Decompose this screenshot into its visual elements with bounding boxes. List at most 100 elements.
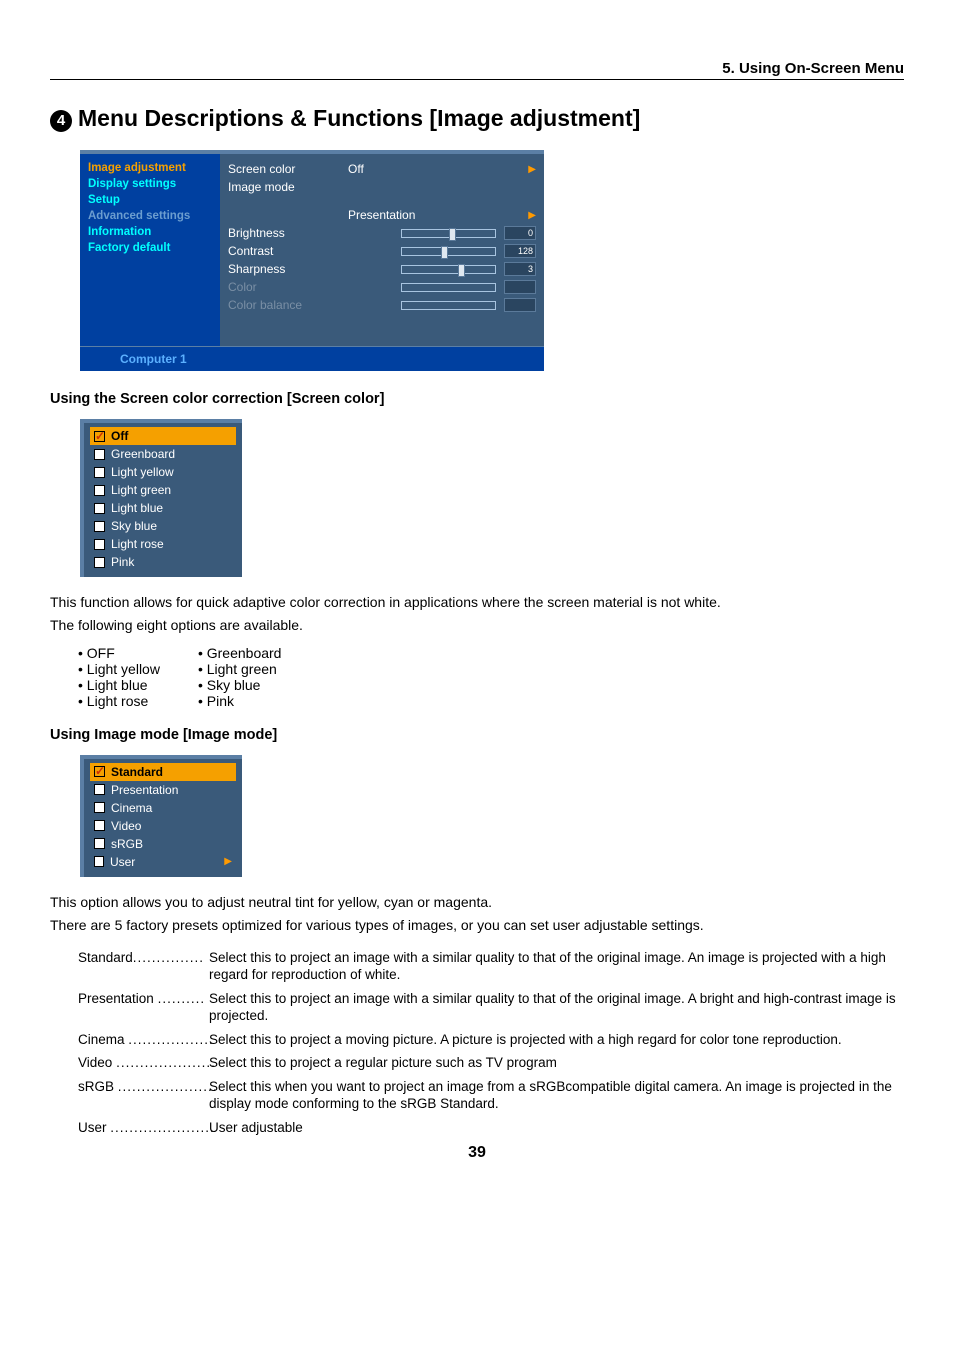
popup-label: Standard (111, 765, 163, 779)
osd-label: Image mode (228, 180, 348, 194)
popup-item[interactable]: Greenboard (90, 445, 236, 463)
chapter-header: 5. Using On-Screen Menu (50, 60, 904, 80)
subheading-screen-color: Using the Screen color correction [Scree… (50, 391, 904, 407)
popup-label: User (110, 855, 135, 869)
slider[interactable] (401, 229, 496, 238)
def-desc: Select this to project a regular picture… (203, 1054, 904, 1072)
image-mode-popup: Standard Presentation Cinema Video sRGB … (80, 755, 242, 877)
list-item: Pink (198, 693, 282, 709)
popup-item[interactable]: Video (90, 817, 236, 835)
dots: .................. (128, 1032, 214, 1047)
osd-numbox: 128 (504, 244, 536, 258)
check-icon (94, 431, 105, 442)
osd-label: Sharpness (228, 262, 348, 276)
screen-color-popup: Off Greenboard Light yellow Light green … (80, 419, 242, 577)
dots: ...................... (110, 1120, 215, 1135)
screen-color-desc-2: The following eight options are availabl… (50, 616, 904, 635)
checkbox-icon (94, 503, 105, 514)
osd-numbox (504, 298, 536, 312)
popup-item[interactable]: Off (90, 427, 236, 445)
osd-row-sharpness[interactable]: Sharpness 3 (228, 260, 536, 278)
osd-label: Brightness (228, 226, 348, 240)
popup-label: Light rose (111, 537, 164, 551)
checkbox-icon (94, 521, 105, 532)
popup-label: Video (111, 819, 141, 833)
def-term: sRGB (78, 1079, 114, 1094)
section-title: 4Menu Descriptions & Functions [Image ad… (50, 105, 904, 132)
osd-label: Contrast (228, 244, 348, 258)
def-term: User (78, 1120, 107, 1135)
popup-item[interactable]: Sky blue (90, 517, 236, 535)
checkbox-icon (94, 820, 105, 831)
osd-sidebar-item[interactable]: Advanced settings (88, 208, 212, 224)
def-desc: Select this to project an image with a s… (203, 990, 904, 1025)
osd-row-contrast[interactable]: Contrast 128 (228, 242, 536, 260)
osd-sidebar-item[interactable]: Display settings (88, 176, 212, 192)
def-desc: Select this to project an image with a s… (203, 949, 904, 984)
chevron-right-icon: ▶ (528, 164, 536, 175)
popup-item[interactable]: Cinema (90, 799, 236, 817)
definition-list: Standard............... Select this to p… (78, 949, 904, 1137)
osd-row-image-mode[interactable]: Image mode (228, 178, 536, 196)
definition-row: Standard............... Select this to p… (78, 949, 904, 984)
popup-label: Cinema (111, 801, 152, 815)
osd-row-color-balance: Color balance (228, 296, 536, 314)
chevron-right-icon: ▶ (224, 856, 232, 867)
popup-item[interactable]: Pink (90, 553, 236, 571)
osd-footer: Computer 1 (80, 346, 544, 371)
osd-value: Presentation (348, 208, 438, 222)
osd-row-image-mode-value[interactable]: Presentation ▶ (228, 206, 536, 224)
list-item: Light yellow (78, 661, 160, 677)
popup-item[interactable]: Standard (90, 763, 236, 781)
osd-sidebar-item[interactable]: Image adjustment (88, 160, 212, 176)
definition-row: Presentation .......... Select this to p… (78, 990, 904, 1025)
popup-label: Pink (111, 555, 134, 569)
popup-item[interactable]: Presentation (90, 781, 236, 799)
popup-item[interactable]: Light rose (90, 535, 236, 553)
popup-label: Light blue (111, 501, 163, 515)
def-desc: Select this when you want to project an … (203, 1078, 904, 1113)
popup-label: Light yellow (111, 465, 174, 479)
checkbox-icon (94, 802, 105, 813)
popup-item[interactable]: User ▶ (90, 853, 236, 871)
popup-item[interactable]: Light yellow (90, 463, 236, 481)
osd-numbox: 0 (504, 226, 536, 240)
osd-row-brightness[interactable]: Brightness 0 (228, 224, 536, 242)
list-item: Greenboard (198, 645, 282, 661)
screen-color-bullet-columns: OFF Light yellow Light blue Light rose G… (78, 645, 904, 709)
popup-item[interactable]: sRGB (90, 835, 236, 853)
popup-label: Light green (111, 483, 171, 497)
osd-row-color: Color (228, 278, 536, 296)
section-title-text: Menu Descriptions & Functions [Image adj… (78, 105, 640, 131)
osd-sidebar-item[interactable]: Setup (88, 192, 212, 208)
popup-label: Sky blue (111, 519, 157, 533)
checkbox-icon (94, 838, 105, 849)
osd-value: Off (348, 162, 438, 176)
osd-sidebar-item[interactable]: Factory default (88, 240, 212, 256)
def-term: Video (78, 1055, 112, 1070)
dots: ............... (133, 950, 204, 965)
popup-item[interactable]: Light blue (90, 499, 236, 517)
osd-numbox: 3 (504, 262, 536, 276)
checkbox-icon (94, 784, 105, 795)
osd-sidebar-item[interactable]: Information (88, 224, 212, 240)
slider (401, 301, 496, 310)
list-item: Sky blue (198, 677, 282, 693)
osd-row-screen-color[interactable]: Screen color Off ▶ (228, 160, 536, 178)
dots: ..................... (116, 1055, 216, 1070)
def-desc: Select this to project a moving picture.… (203, 1031, 904, 1049)
slider[interactable] (401, 247, 496, 256)
definition-row: Cinema .................. Select this to… (78, 1031, 904, 1049)
popup-label: Off (111, 429, 128, 443)
def-term: Standard (78, 950, 133, 965)
osd-main-screenshot: Image adjustment Display settings Setup … (80, 150, 544, 371)
screen-color-desc-1: This function allows for quick adaptive … (50, 593, 904, 612)
checkbox-icon (94, 467, 105, 478)
checkbox-icon (94, 449, 105, 460)
osd-content-panel: Screen color Off ▶ Image mode Presentati… (220, 154, 544, 346)
def-desc: User adjustable (203, 1119, 904, 1137)
def-term: Presentation (78, 991, 154, 1006)
checkbox-icon (94, 539, 105, 550)
slider[interactable] (401, 265, 496, 274)
popup-item[interactable]: Light green (90, 481, 236, 499)
